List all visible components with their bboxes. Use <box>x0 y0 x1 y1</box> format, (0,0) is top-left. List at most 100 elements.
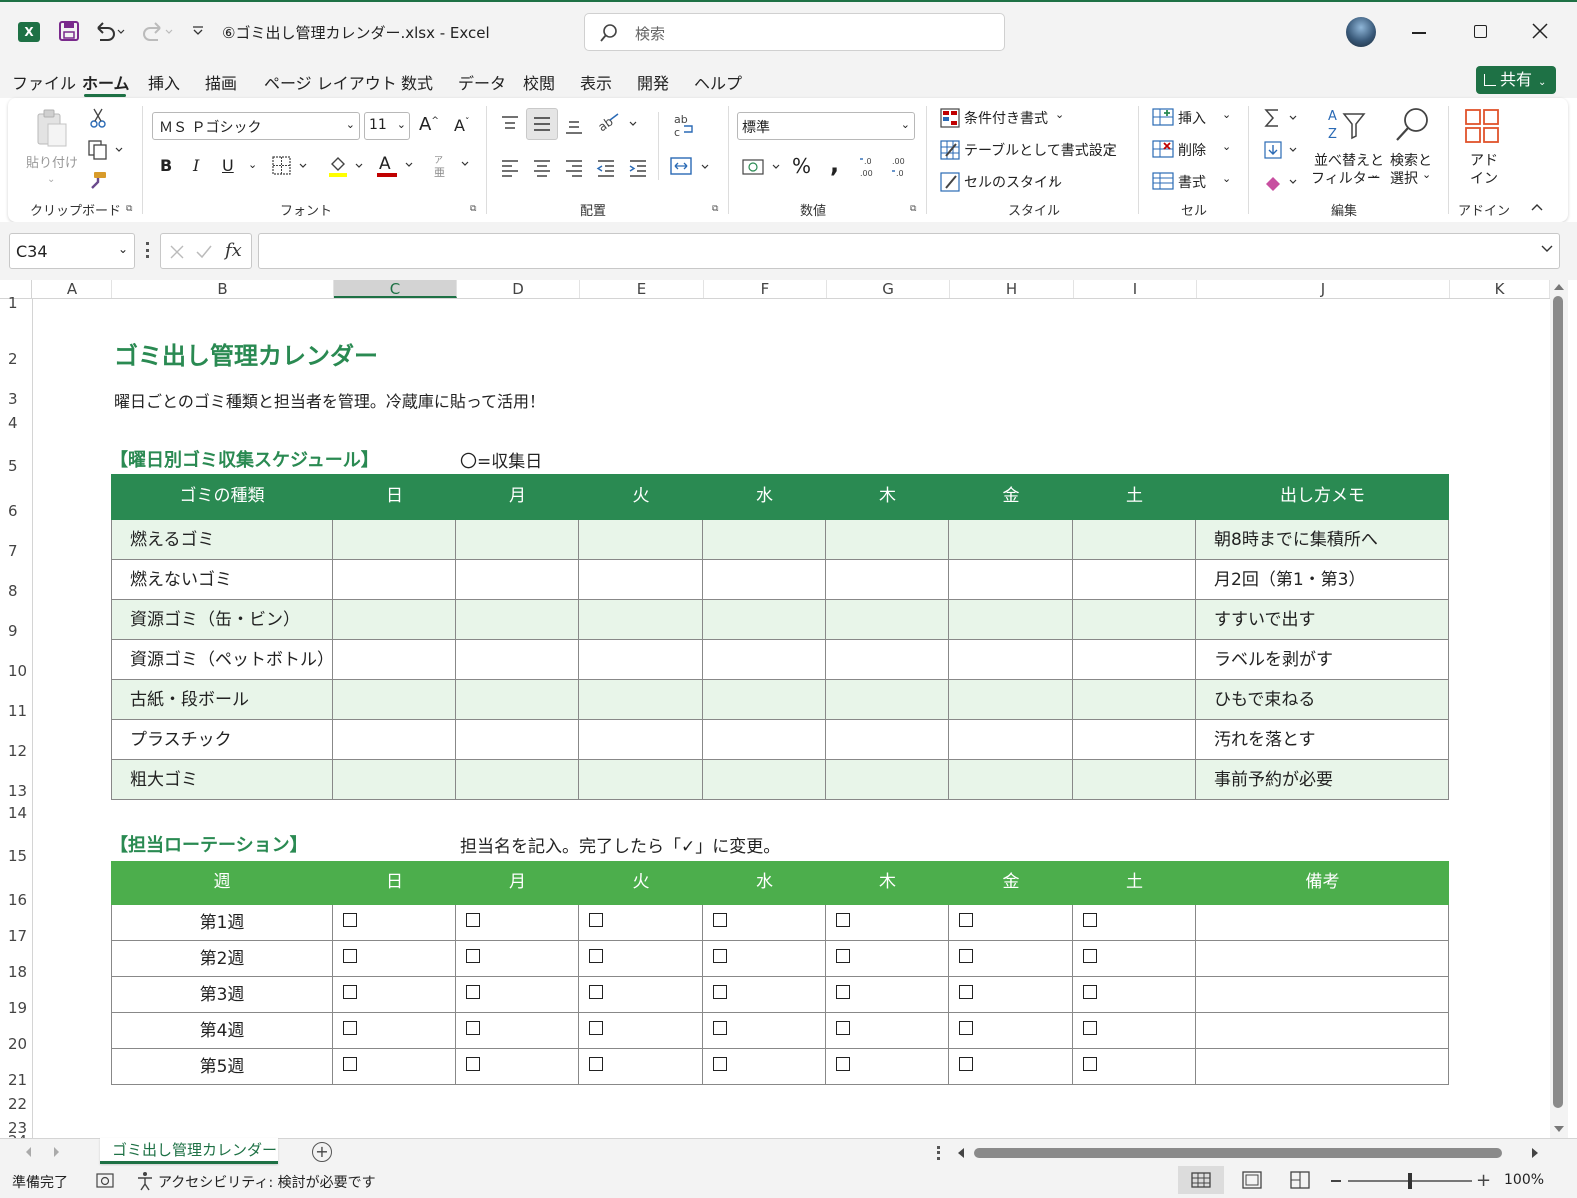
schedule-cell-type[interactable]: 粗大ゴミ <box>111 760 333 800</box>
format-painter-icon[interactable] <box>88 170 108 190</box>
schedule-cell-wed[interactable] <box>703 560 826 600</box>
schedule-cell-tue[interactable] <box>579 760 703 800</box>
rotation-cell-memo[interactable] <box>1196 977 1449 1013</box>
scroll-left-icon[interactable] <box>958 1148 964 1158</box>
schedule-cell-sun[interactable] <box>333 600 456 640</box>
addins-icon[interactable] <box>1464 108 1500 144</box>
schedule-cell-wed[interactable] <box>703 640 826 680</box>
tab-developer[interactable]: 開発 <box>637 70 669 94</box>
checkbox-icon[interactable] <box>959 1057 973 1071</box>
merge-center-icon[interactable] <box>670 156 714 178</box>
rotation-header-memo[interactable]: 備考 <box>1196 861 1449 905</box>
tab-help[interactable]: ヘルプ <box>694 70 742 94</box>
find-select-icon[interactable] <box>1394 106 1430 142</box>
tab-data[interactable]: データ <box>458 70 506 94</box>
row-header-7[interactable]: 7 <box>0 542 32 560</box>
worksheet-grid[interactable]: ABCDEFGHIJK 1 2 3 4 5 6 7 8 9 10 11 12 13 14 15 16 17 18 1… <box>0 280 1577 1150</box>
addins-label-2[interactable]: イン <box>1470 168 1498 188</box>
accounting-format-icon[interactable] <box>742 156 786 178</box>
schedule-cell-sun[interactable] <box>333 640 456 680</box>
wrap-text-icon[interactable]: ab c <box>672 112 696 138</box>
row-header-19[interactable]: 19 <box>0 999 32 1017</box>
save-icon[interactable] <box>58 20 80 42</box>
font-size-select[interactable]: 11 ⌄ <box>364 112 410 140</box>
rotation-cell-fri[interactable] <box>949 1049 1073 1085</box>
row-header-8[interactable]: 8 <box>0 582 32 600</box>
conditional-format-chevron-icon[interactable]: ⌄ <box>1055 108 1064 121</box>
tab-home[interactable]: ホーム <box>82 70 130 94</box>
row-header-11[interactable]: 11 <box>0 702 32 720</box>
row-header-22[interactable]: 22 <box>0 1095 32 1113</box>
sheet-title[interactable]: ゴミ出し管理カレンダー <box>114 336 378 371</box>
checkbox-icon[interactable] <box>713 1057 727 1071</box>
tab-file[interactable]: ファイル <box>12 70 76 94</box>
schedule-cell-tue[interactable] <box>579 640 703 680</box>
column-header-g[interactable]: G <box>827 280 950 298</box>
checkbox-icon[interactable] <box>959 1021 973 1035</box>
accessibility-status[interactable]: アクセシビリティ: 検討が必要です <box>158 1172 376 1192</box>
schedule-cell-wed[interactable] <box>703 760 826 800</box>
rotation-cell-memo[interactable] <box>1196 1049 1449 1085</box>
rotation-header-thu[interactable]: 木 <box>826 861 949 905</box>
schedule-header-wed[interactable]: 水 <box>703 474 826 520</box>
horizontal-scrollbar[interactable] <box>956 1142 1546 1164</box>
schedule-cell-sun[interactable] <box>333 560 456 600</box>
rotation-cell-sun[interactable] <box>333 977 456 1013</box>
font-color-icon[interactable]: A <box>376 153 418 179</box>
schedule-cell-thu[interactable] <box>826 600 949 640</box>
find-select-chevron-icon[interactable]: ⌄ <box>1422 168 1431 181</box>
schedule-cell-wed[interactable] <box>703 600 826 640</box>
schedule-cell-memo[interactable]: ラベルを剥がす <box>1196 640 1449 680</box>
tab-insert[interactable]: 挿入 <box>148 70 180 94</box>
row-header-6[interactable]: 6 <box>0 502 32 520</box>
checkbox-icon[interactable] <box>343 985 357 999</box>
macro-record-icon[interactable] <box>96 1172 116 1190</box>
clipboard-launcher-icon[interactable]: ⧉ <box>126 204 136 214</box>
next-sheet-icon[interactable] <box>54 1147 59 1157</box>
decrease-indent-icon[interactable] <box>596 158 616 178</box>
rotation-cell-wed[interactable] <box>703 977 826 1013</box>
accessibility-icon[interactable] <box>136 1171 156 1191</box>
schedule-cell-mon[interactable] <box>456 520 579 560</box>
increase-font-icon[interactable]: A^ <box>419 114 439 135</box>
rotation-cell-memo[interactable] <box>1196 1013 1449 1049</box>
schedule-header-fri[interactable]: 金 <box>949 474 1073 520</box>
schedule-cell-mon[interactable] <box>456 560 579 600</box>
rotation-cell-sat[interactable] <box>1073 941 1196 977</box>
rotation-cell-thu[interactable] <box>826 1049 949 1085</box>
conditional-format-icon[interactable] <box>940 108 960 128</box>
format-as-table-icon[interactable] <box>940 140 960 160</box>
font-launcher-icon[interactable]: ⧉ <box>470 204 480 214</box>
sort-filter-chevron-icon[interactable]: ⌄ <box>1370 168 1379 181</box>
checkbox-icon[interactable] <box>343 1057 357 1071</box>
rotation-header-sat[interactable]: 土 <box>1073 861 1196 905</box>
checkbox-icon[interactable] <box>713 985 727 999</box>
checkbox-icon[interactable] <box>836 1021 850 1035</box>
schedule-cell-mon[interactable] <box>456 720 579 760</box>
scroll-up-icon[interactable] <box>1554 284 1564 290</box>
section-1-heading[interactable]: 【曜日別ゴミ収集スケジュール】 <box>110 446 379 472</box>
rotation-cell-memo[interactable] <box>1196 905 1449 941</box>
checkbox-icon[interactable] <box>1083 913 1097 927</box>
close-icon[interactable] <box>1532 23 1548 39</box>
column-header-k[interactable]: K <box>1450 280 1550 298</box>
rotation-cell-type[interactable]: 第5週 <box>111 1049 333 1085</box>
checkbox-icon[interactable] <box>589 1057 603 1071</box>
checkbox-icon[interactable] <box>836 985 850 999</box>
rotation-cell-tue[interactable] <box>579 977 703 1013</box>
row-header-17[interactable]: 17 <box>0 927 32 945</box>
increase-decimal-icon[interactable]: .0.00 <box>858 154 882 178</box>
schedule-cell-thu[interactable] <box>826 520 949 560</box>
column-header-h[interactable]: H <box>950 280 1074 298</box>
schedule-cell-fri[interactable] <box>949 720 1073 760</box>
rotation-cell-thu[interactable] <box>826 1013 949 1049</box>
rotation-cell-memo[interactable] <box>1196 941 1449 977</box>
schedule-cell-mon[interactable] <box>456 680 579 720</box>
checkbox-icon[interactable] <box>836 949 850 963</box>
checkbox-icon[interactable] <box>959 913 973 927</box>
underline-chevron-icon[interactable]: ⌄ <box>248 158 257 171</box>
schedule-cell-fri[interactable] <box>949 520 1073 560</box>
schedule-cell-type[interactable]: 資源ゴミ（缶・ビン） <box>111 600 333 640</box>
schedule-cell-fri[interactable] <box>949 640 1073 680</box>
find-select-label-1[interactable]: 検索と <box>1390 150 1432 170</box>
